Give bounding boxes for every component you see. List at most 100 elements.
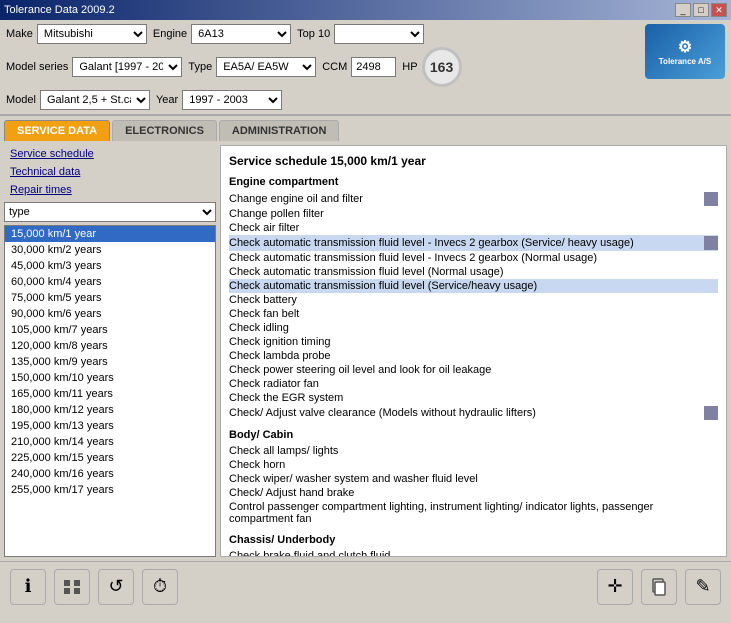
make-select[interactable]: Mitsubishi xyxy=(37,24,147,44)
ccm-input[interactable] xyxy=(351,57,396,77)
item-text: Check ignition timing xyxy=(229,336,718,348)
sidebar-item-technical-data[interactable]: Technical data xyxy=(4,163,216,181)
info-button[interactable]: ℹ xyxy=(10,569,46,605)
model-group: Model Galant 2,5 + St.car xyxy=(6,90,150,110)
item-text: Change pollen filter xyxy=(229,208,718,220)
content-item: Check lambda probe xyxy=(229,349,718,363)
content-title: Service schedule 15,000 km/1 year xyxy=(229,154,718,168)
item-text: Change engine oil and filter xyxy=(229,193,700,205)
year-group: Year 1997 - 2003 xyxy=(156,90,282,110)
content-item: Check/ Adjust hand brake xyxy=(229,486,718,500)
copy-button[interactable] xyxy=(641,569,677,605)
content-item: Check all lamps/ lights xyxy=(229,444,718,458)
top10-label: Top 10 xyxy=(297,28,330,40)
item-text: Check the EGR system xyxy=(229,392,718,404)
content-item: Check automatic transmission fluid level… xyxy=(229,251,718,265)
content-panel: Service schedule 15,000 km/1 year Engine… xyxy=(220,145,727,557)
tab-administration[interactable]: ADMINISTRATION xyxy=(219,120,340,141)
content-item: Check the EGR system xyxy=(229,391,718,405)
sidebar-list-item[interactable]: 165,000 km/11 years xyxy=(5,386,215,402)
content-item: Check wiper/ washer system and washer fl… xyxy=(229,472,718,486)
content-item: Check automatic transmission fluid level… xyxy=(229,279,718,293)
item-text: Check automatic transmission fluid level… xyxy=(229,252,718,264)
item-text: Check horn xyxy=(229,459,718,471)
sidebar-list-item[interactable]: 30,000 km/2 years xyxy=(5,242,215,258)
content-item: Change pollen filter xyxy=(229,207,718,221)
item-text: Check/ Adjust hand brake xyxy=(229,487,718,499)
minimize-button[interactable]: _ xyxy=(675,3,691,17)
sidebar-list-item[interactable]: 120,000 km/8 years xyxy=(5,338,215,354)
sidebar-list-item[interactable]: 240,000 km/16 years xyxy=(5,466,215,482)
sidebar-list: 15,000 km/1 year30,000 km/2 years45,000 … xyxy=(4,225,216,557)
content-item: Check horn xyxy=(229,458,718,472)
tab-electronics[interactable]: ELECTRONICS xyxy=(112,120,217,141)
item-text: Check wiper/ washer system and washer fl… xyxy=(229,473,718,485)
item-text: Check lambda probe xyxy=(229,350,718,362)
content-item: Check automatic transmission fluid level… xyxy=(229,235,718,251)
sidebar-list-item[interactable]: 105,000 km/7 years xyxy=(5,322,215,338)
item-text: Check radiator fan xyxy=(229,378,718,390)
year-select[interactable]: 1997 - 2003 xyxy=(182,90,282,110)
item-text: Check idling xyxy=(229,322,718,334)
content-item: Check idling xyxy=(229,321,718,335)
sidebar-list-item[interactable]: 135,000 km/9 years xyxy=(5,354,215,370)
sidebar-list-item[interactable]: 45,000 km/3 years xyxy=(5,258,215,274)
content-item: Check air filter xyxy=(229,221,718,235)
top10-select[interactable] xyxy=(334,24,424,44)
move-button[interactable]: ✛ xyxy=(597,569,633,605)
model-label: Model xyxy=(6,94,36,106)
model-series-group: Model series Galant [1997 - 200: xyxy=(6,57,182,77)
item-text: Check/ Adjust valve clearance (Models wi… xyxy=(229,407,700,419)
maximize-button[interactable]: □ xyxy=(693,3,709,17)
logo-text: Tolerance A/S xyxy=(659,57,711,66)
sidebar-item-repair-times[interactable]: Repair times xyxy=(4,181,216,199)
edit-button[interactable]: ✎ xyxy=(685,569,721,605)
bottom-toolbar: ℹ ↺ ⏱ ✛ ✎ xyxy=(0,561,731,611)
document-icon xyxy=(704,192,718,206)
hp-value: 163 xyxy=(430,59,453,75)
content-item: Check radiator fan xyxy=(229,377,718,391)
sidebar-list-item[interactable]: 225,000 km/15 years xyxy=(5,450,215,466)
engine-label: Engine xyxy=(153,28,187,40)
sidebar-list-item[interactable]: 60,000 km/4 years xyxy=(5,274,215,290)
item-text: Check automatic transmission fluid level… xyxy=(229,266,718,278)
item-text: Check brake fluid and clutch fluid xyxy=(229,550,718,557)
sidebar-item-service-schedule[interactable]: Service schedule xyxy=(4,145,216,163)
document-icon xyxy=(704,406,718,420)
close-button[interactable]: ✕ xyxy=(711,3,727,17)
hp-display: 163 xyxy=(422,47,462,87)
sidebar-list-item[interactable]: 90,000 km/6 years xyxy=(5,306,215,322)
type-group: Type EA5A/ EA5W xyxy=(188,57,316,77)
sidebar-list-item[interactable]: 195,000 km/13 years xyxy=(5,418,215,434)
toolbar-left: ℹ ↺ ⏱ xyxy=(10,569,178,605)
sidebar-list-item[interactable]: 150,000 km/10 years xyxy=(5,370,215,386)
model-select[interactable]: Galant 2,5 + St.car xyxy=(40,90,150,110)
title-bar: Tolerance Data 2009.2 _ □ ✕ xyxy=(0,0,731,20)
sidebar-list-item[interactable]: 15,000 km/1 year xyxy=(5,226,215,242)
item-text: Check automatic transmission fluid level… xyxy=(229,237,700,249)
type-filter-select[interactable]: type xyxy=(4,202,216,222)
content-item: Control passenger compartment lighting, … xyxy=(229,500,718,526)
sidebar-list-item[interactable]: 210,000 km/14 years xyxy=(5,434,215,450)
settings-button[interactable] xyxy=(54,569,90,605)
item-text: Check all lamps/ lights xyxy=(229,445,718,457)
tab-service-data[interactable]: SERVICE DATA xyxy=(4,120,110,141)
engine-select[interactable]: 6A13 xyxy=(191,24,291,44)
engine-group: Engine 6A13 xyxy=(153,24,291,44)
type-label: Type xyxy=(188,61,212,73)
year-label: Year xyxy=(156,94,178,106)
ccm-label: CCM xyxy=(322,61,347,73)
document-icon xyxy=(704,236,718,250)
type-select[interactable]: EA5A/ EA5W xyxy=(216,57,316,77)
model-series-label: Model series xyxy=(6,61,68,73)
ccm-group: CCM xyxy=(322,57,396,77)
copy-icon xyxy=(649,577,669,597)
toolbar-right: ✛ ✎ xyxy=(597,569,721,605)
content-item: Check battery xyxy=(229,293,718,307)
refresh-button[interactable]: ↺ xyxy=(98,569,134,605)
sidebar-list-item[interactable]: 255,000 km/17 years xyxy=(5,482,215,498)
model-series-select[interactable]: Galant [1997 - 200: xyxy=(72,57,182,77)
sidebar-list-item[interactable]: 180,000 km/12 years xyxy=(5,402,215,418)
sidebar-list-item[interactable]: 75,000 km/5 years xyxy=(5,290,215,306)
clock-button[interactable]: ⏱ xyxy=(142,569,178,605)
